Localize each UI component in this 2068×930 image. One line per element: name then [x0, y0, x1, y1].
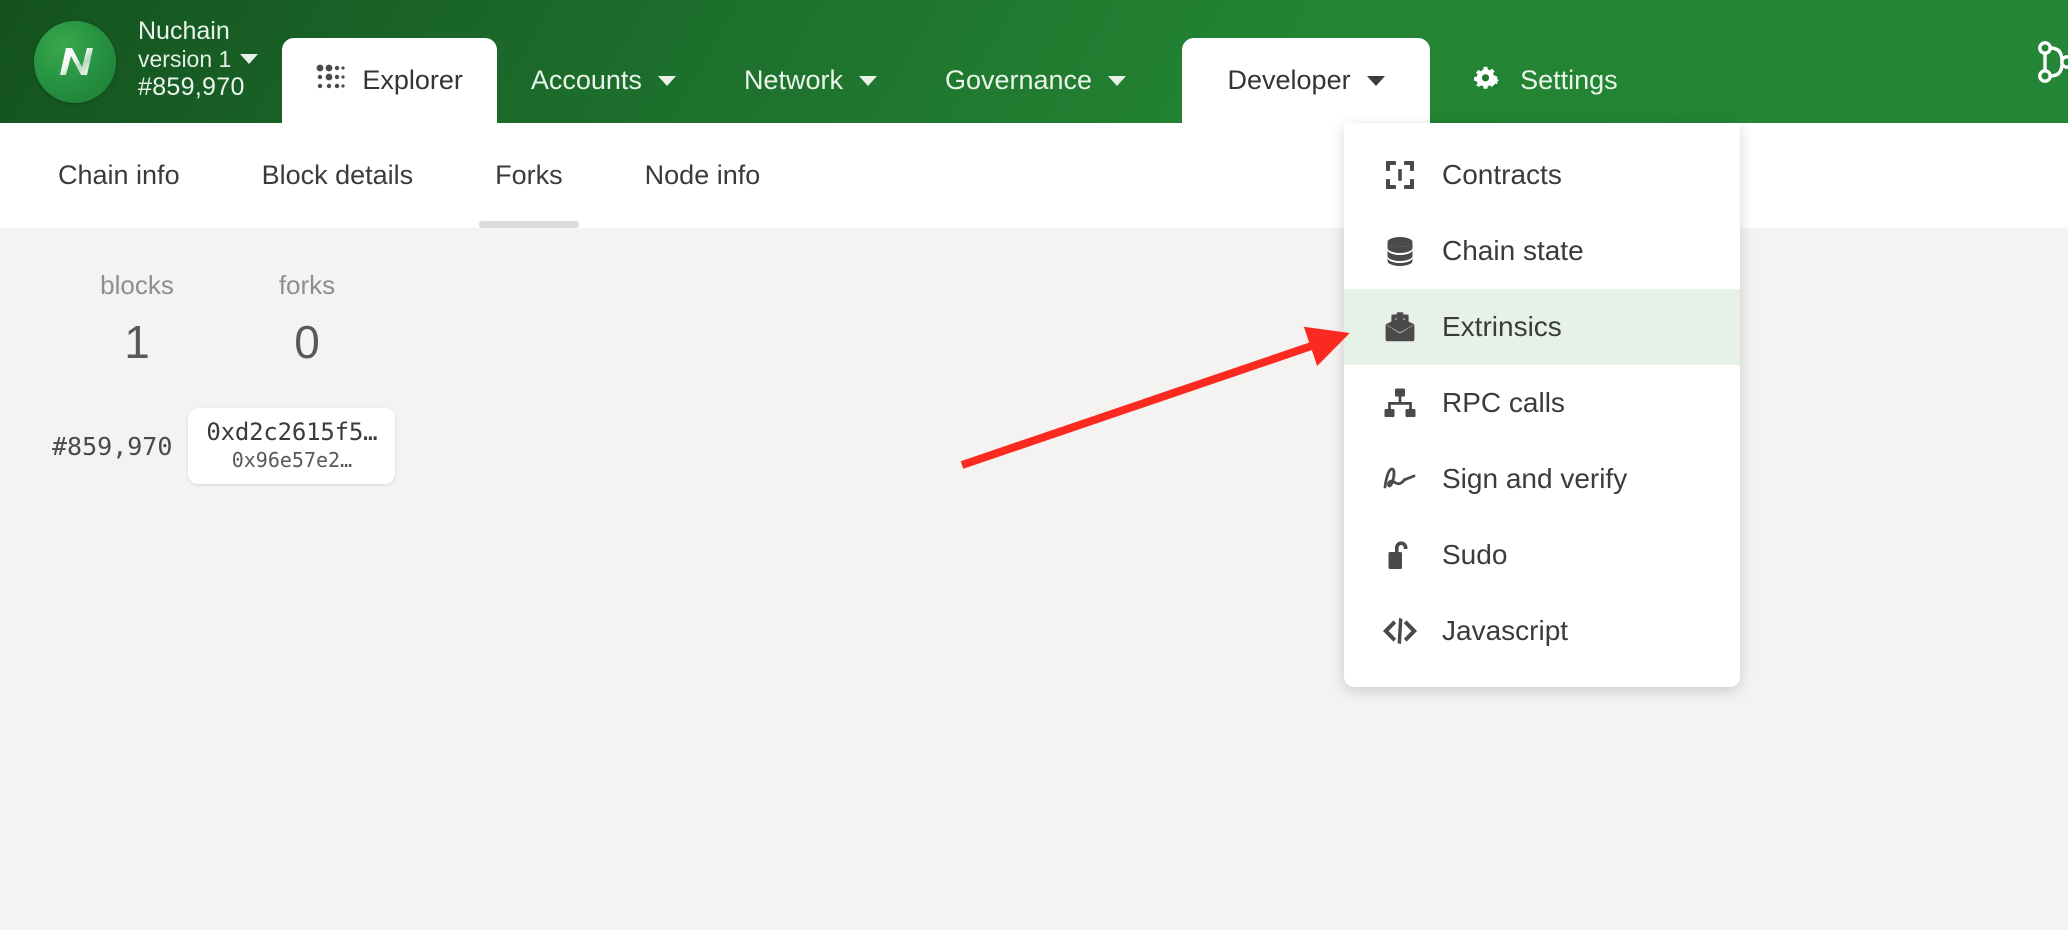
menu-item-javascript-label: Javascript [1442, 615, 1569, 646]
forks-content-area: blocks 1 forks 0 #859,970 0xd2c2615f5… 0… [0, 228, 2068, 930]
developer-dropdown-menu: Contracts Chain state Extrinsics RPC cal… [1344, 123, 1740, 687]
tab-block-details[interactable]: Block details [262, 123, 414, 228]
menu-item-sudo-label: Sudo [1442, 539, 1508, 570]
tab-chain-info-label: Chain info [58, 160, 180, 190]
nav-item-settings[interactable]: Settings [1436, 38, 1652, 123]
code-icon [1382, 613, 1418, 649]
chain-name: Nuchain [138, 17, 230, 46]
menu-item-chain-state-label: Chain state [1442, 235, 1584, 266]
menu-item-sign-and-verify-label: Sign and verify [1442, 463, 1628, 494]
stat-blocks-value: 1 [124, 316, 150, 368]
nav-item-settings-label: Settings [1520, 65, 1618, 95]
nav-item-explorer-label: Explorer [362, 65, 463, 95]
chevron-down-icon [657, 75, 676, 86]
menu-item-contracts[interactable]: Contracts [1344, 137, 1740, 213]
fork-block-hash-card[interactable]: 0xd2c2615f5… 0x96e57e2… [188, 408, 396, 484]
chevron-down-icon [1108, 75, 1127, 86]
stat-forks-value: 0 [294, 316, 320, 368]
fork-block-row: #859,970 0xd2c2615f5… 0x96e57e2… [52, 408, 396, 484]
nav-item-governance[interactable]: Governance [911, 38, 1160, 123]
chain-brand-text: Nuchain version 1 #859,970 [138, 17, 259, 106]
nav-item-governance-label: Governance [944, 65, 1093, 95]
menu-item-rpc-calls-label: RPC calls [1442, 387, 1565, 418]
stat-blocks: blocks 1 [52, 270, 222, 369]
explorer-tab-bar: Chain info Block details Forks Node info [0, 123, 2068, 228]
stat-forks-label: forks [278, 270, 336, 300]
nav-item-developer[interactable]: Developer [1182, 38, 1431, 123]
gear-icon [1470, 66, 1504, 96]
chain-block-number: #859,970 [138, 72, 245, 101]
stat-blocks-label: blocks [100, 270, 174, 300]
nav-item-network-label: Network [743, 65, 843, 95]
chevron-down-icon [1366, 75, 1385, 86]
menu-item-javascript[interactable]: Javascript [1344, 593, 1740, 669]
contracts-frame-icon [1382, 157, 1418, 193]
unlock-icon [1382, 537, 1418, 573]
fork-block-hash: 0xd2c2615f5… [206, 418, 378, 446]
menu-item-extrinsics[interactable]: Extrinsics [1344, 289, 1740, 365]
menu-item-extrinsics-label: Extrinsics [1442, 311, 1562, 342]
nav-item-developer-label: Developer [1227, 65, 1351, 95]
menu-item-sign-and-verify[interactable]: Sign and verify [1344, 441, 1740, 517]
tab-node-info[interactable]: Node info [645, 123, 761, 228]
chain-version: version 1 [138, 46, 232, 73]
tab-node-info-label: Node info [644, 160, 761, 190]
dot-grid-icon [316, 63, 346, 98]
menu-item-chain-state[interactable]: Chain state [1344, 213, 1740, 289]
git-branch-icon[interactable] [2034, 19, 2068, 104]
main-navigation: Explorer Accounts Network Governance Dev… [266, 0, 2068, 123]
chevron-down-icon[interactable] [240, 54, 259, 65]
top-header-bar: Nuchain version 1 #859,970 Explorer Acco… [0, 0, 2068, 123]
forks-summary-stats: blocks 1 forks 0 [52, 270, 392, 369]
database-icon [1382, 233, 1418, 269]
nav-item-accounts-label: Accounts [530, 65, 642, 95]
signature-icon [1382, 461, 1418, 497]
app-root: Nuchain version 1 #859,970 Explorer Acco… [0, 0, 2068, 930]
menu-item-contracts-label: Contracts [1442, 159, 1562, 190]
fork-block-number: #859,970 [52, 431, 173, 461]
chain-version-row: version 1 [138, 46, 259, 73]
chain-brand-selector[interactable]: Nuchain version 1 #859,970 [0, 0, 266, 123]
nav-item-network[interactable]: Network [710, 38, 911, 123]
tab-forks-label: Forks [495, 160, 563, 190]
stat-forks: forks 0 [222, 270, 392, 369]
nuchain-logo-icon [34, 20, 116, 103]
nav-right-actions [2034, 0, 2068, 123]
menu-item-sudo[interactable]: Sudo [1344, 517, 1740, 593]
nav-item-explorer[interactable]: Explorer [282, 38, 497, 123]
fork-block-parent-hash: 0x96e57e2… [231, 448, 353, 472]
sitemap-icon [1382, 385, 1418, 421]
envelope-open-doc-icon [1382, 309, 1418, 345]
tab-forks[interactable]: Forks [479, 123, 579, 228]
nav-item-accounts[interactable]: Accounts [497, 38, 710, 123]
chevron-down-icon [858, 75, 877, 86]
tab-block-details-label: Block details [261, 160, 414, 190]
tab-chain-info[interactable]: Chain info [58, 123, 180, 228]
menu-item-rpc-calls[interactable]: RPC calls [1344, 365, 1740, 441]
